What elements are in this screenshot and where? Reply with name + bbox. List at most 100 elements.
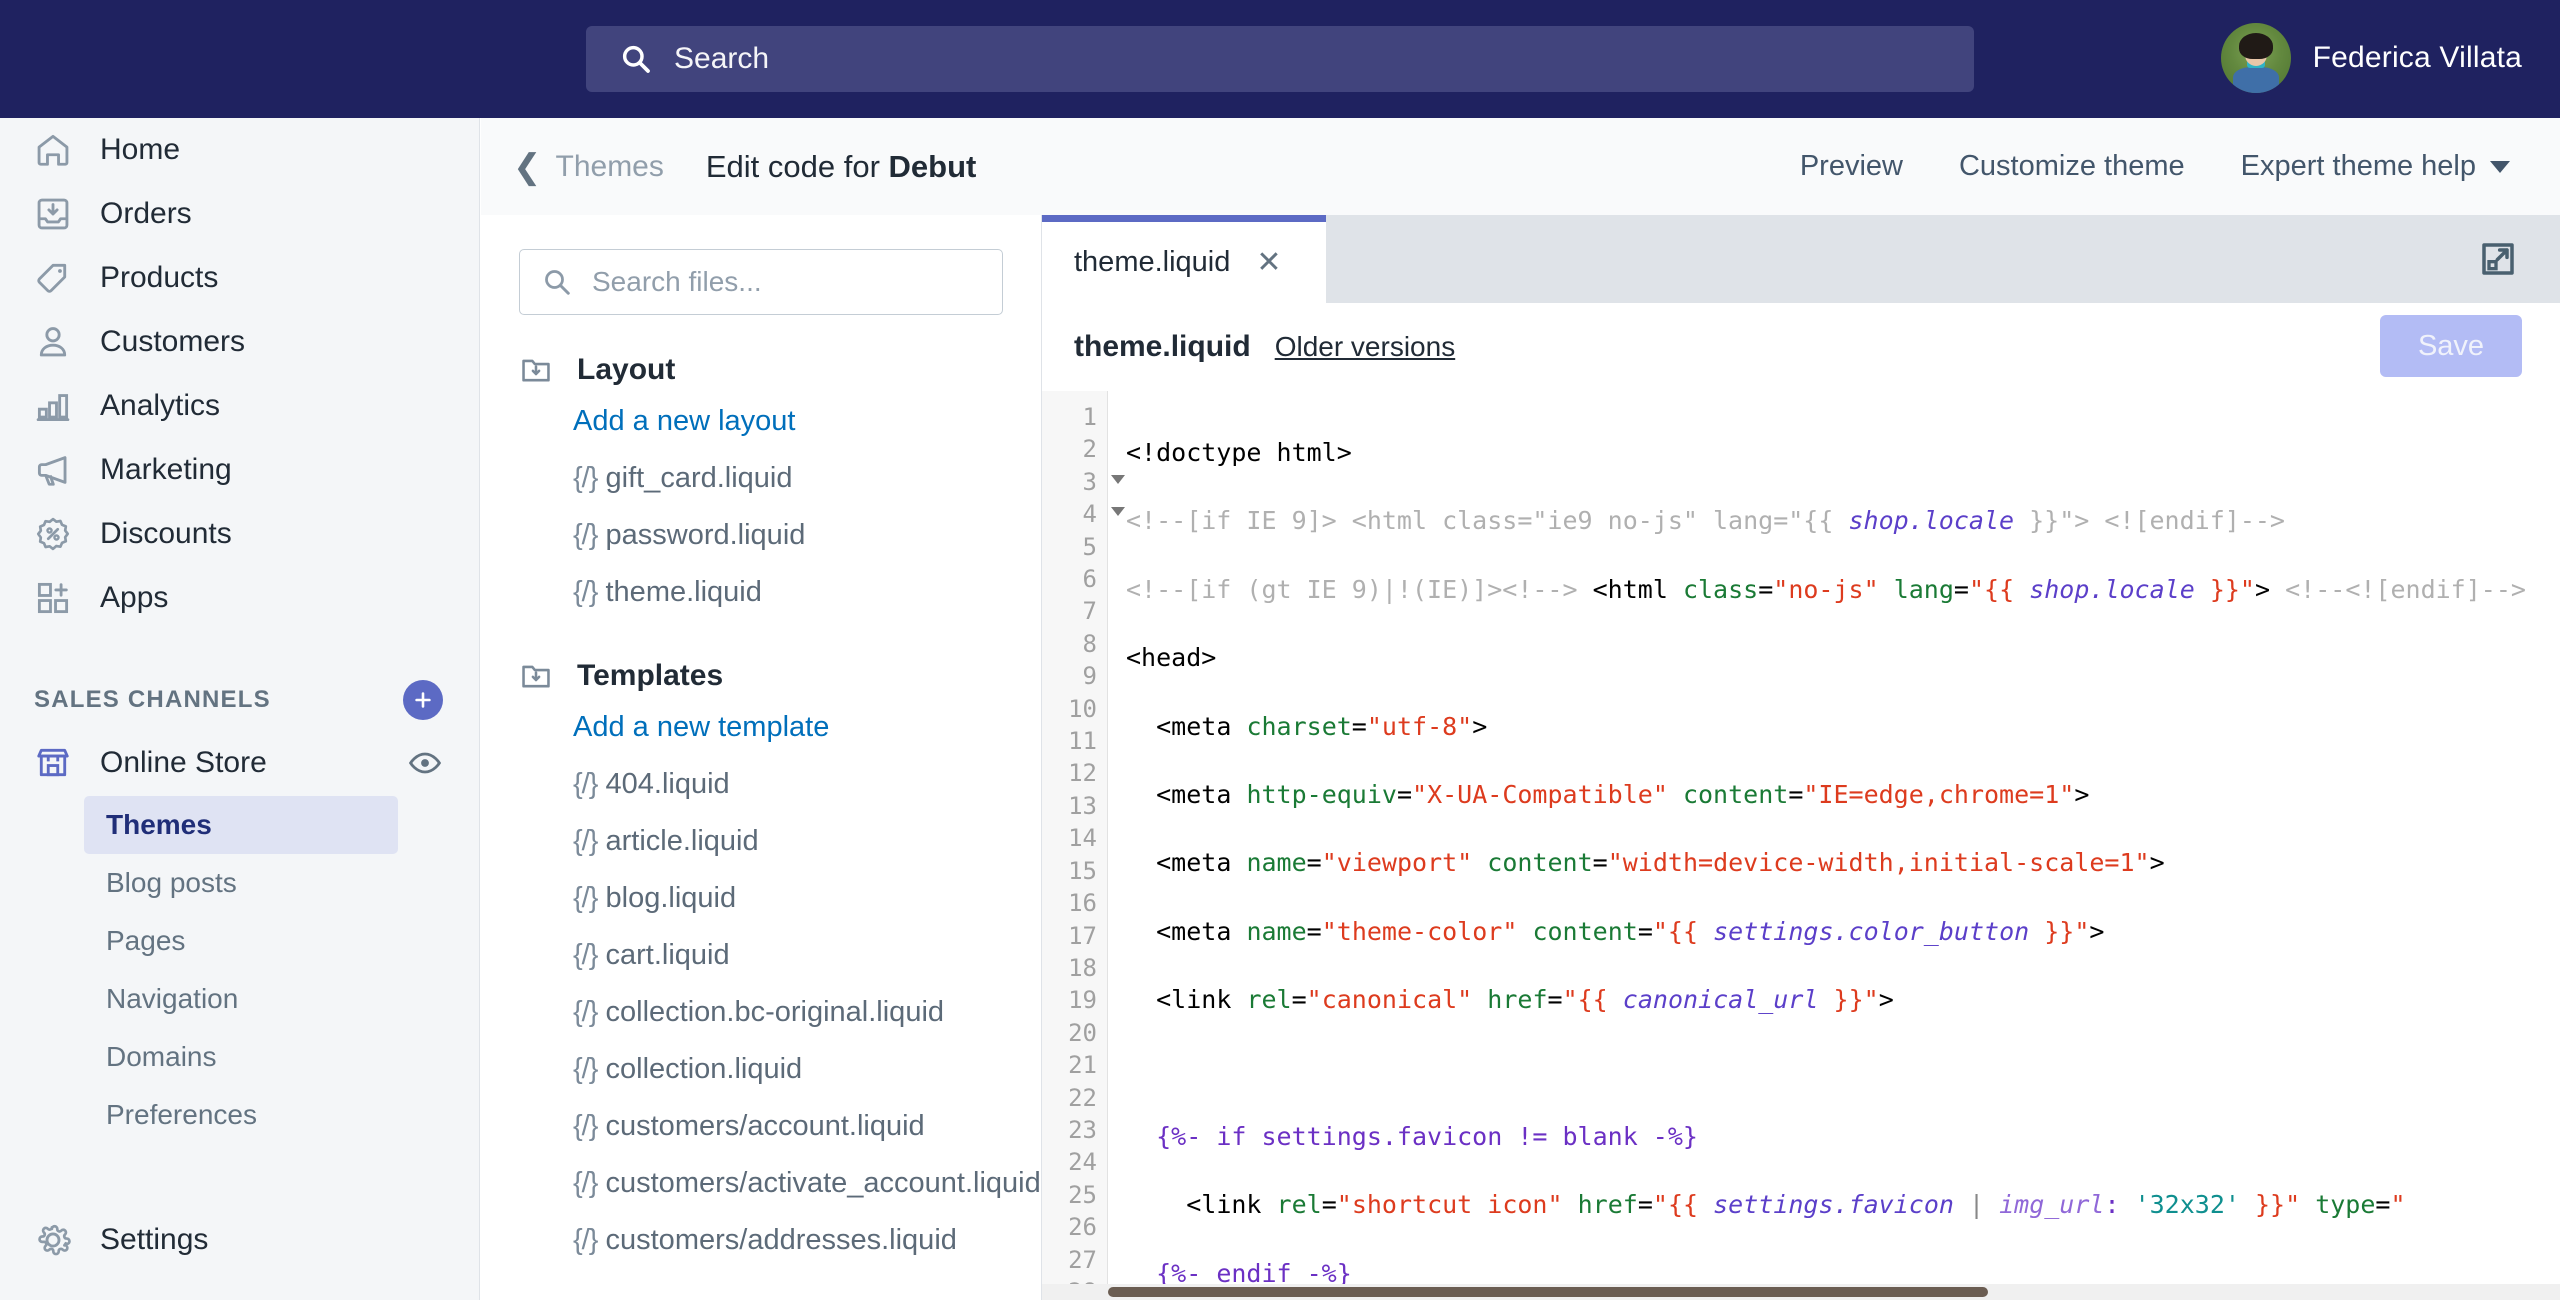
- file-search-box[interactable]: [519, 249, 1003, 315]
- add-new-layout-link[interactable]: Add a new layout: [481, 393, 1041, 450]
- expert-theme-help-button[interactable]: Expert theme help: [2241, 150, 2510, 183]
- line-number: 12: [1068, 759, 1097, 788]
- line-number: 17: [1068, 921, 1097, 950]
- fold-arrow-icon[interactable]: [1111, 507, 1125, 517]
- file-code-icon: {/}: [573, 882, 598, 914]
- file-item[interactable]: {/} article.liquid: [481, 813, 1041, 870]
- line-number: 7: [1082, 597, 1097, 626]
- code-text[interactable]: <!doctype html> <!--[if IE 9]> <html cla…: [1108, 391, 2560, 1300]
- file-code-icon: {/}: [573, 519, 598, 551]
- sidebar-item-orders[interactable]: Orders: [0, 182, 479, 246]
- back-link-label: Themes: [555, 149, 664, 183]
- horizontal-scrollbar[interactable]: [1042, 1284, 2560, 1300]
- editor-file-name: theme.liquid: [1074, 330, 1251, 363]
- plus-circle-icon[interactable]: [403, 680, 443, 720]
- code-line: <head>: [1126, 643, 1217, 673]
- line-number: 3: [1042, 466, 1125, 498]
- file-code-icon: {/}: [573, 768, 598, 800]
- file-code-icon: {/}: [573, 939, 598, 971]
- file-item[interactable]: {/} gift_card.liquid: [481, 450, 1041, 507]
- file-item[interactable]: {/} collection.liquid: [481, 1041, 1041, 1098]
- file-item[interactable]: {/} blog.liquid: [481, 870, 1041, 927]
- eye-icon[interactable]: [407, 745, 443, 781]
- code-line: <!--[if (gt IE 9)|!(IE)]><!--> <html cla…: [1126, 574, 2526, 604]
- add-new-template-link[interactable]: Add a new template: [481, 699, 1041, 756]
- expert-theme-help-label: Expert theme help: [2240, 150, 2476, 182]
- file-search-input[interactable]: [592, 266, 972, 298]
- line-number: 13: [1068, 791, 1097, 820]
- line-number: 20: [1068, 1018, 1097, 1047]
- file-item[interactable]: {/} theme.liquid: [481, 564, 1041, 621]
- chevron-down-icon: [2490, 161, 2510, 174]
- scrollbar-thumb[interactable]: [1108, 1287, 1988, 1297]
- sales-channels-label: SALES CHANNELS: [34, 686, 271, 713]
- tab-theme-liquid[interactable]: theme.liquid ✕: [1042, 215, 1326, 303]
- line-number: 23: [1068, 1115, 1097, 1144]
- line-number: 18: [1068, 953, 1097, 982]
- older-versions-link[interactable]: Older versions: [1275, 331, 1456, 363]
- file-name: customers/account.liquid: [605, 1110, 925, 1142]
- sidebar-item-customers[interactable]: Customers: [0, 310, 479, 374]
- code-line: <!--[if IE 9]> <html class="ie9 no-js" l…: [1126, 506, 2285, 536]
- sidebar-item-marketing[interactable]: Marketing: [0, 438, 479, 502]
- sidebar-item-online-store[interactable]: Online Store: [0, 730, 479, 796]
- sidebar-item-settings[interactable]: Settings: [0, 1208, 208, 1272]
- line-number-gutter: 1 2 3 4 5 6 7 8 9 10 11 12 13 14 15 16 1…: [1042, 391, 1125, 1300]
- file-code-icon: {/}: [573, 996, 598, 1028]
- sidebar-item-label: Marketing: [100, 453, 232, 486]
- sidebar-item-products[interactable]: Products: [0, 246, 479, 310]
- close-icon[interactable]: ✕: [1256, 247, 1281, 278]
- sidebar-item-home[interactable]: Home: [0, 118, 479, 182]
- line-number: 15: [1068, 856, 1097, 885]
- code-content-area[interactable]: 1 2 3 4 5 6 7 8 9 10 11 12 13 14 15 16 1…: [1042, 391, 2560, 1300]
- product-tag-icon: [37, 263, 67, 293]
- folder-header-templates[interactable]: Templates: [481, 659, 1041, 693]
- online-store-label: Online Store: [100, 746, 267, 779]
- fold-arrow-icon[interactable]: [1111, 474, 1125, 484]
- sidebar-item-themes[interactable]: Themes: [84, 796, 398, 854]
- line-number: 26: [1068, 1213, 1097, 1242]
- user-menu[interactable]: Federica Villata: [2220, 23, 2522, 93]
- sidebar-item-preferences[interactable]: Preferences: [0, 1086, 479, 1144]
- marketing-megaphone-icon: [37, 456, 67, 486]
- sidebar-item-domains[interactable]: Domains: [0, 1028, 479, 1086]
- sidebar-item-pages[interactable]: Pages: [0, 912, 479, 970]
- sidebar-item-apps[interactable]: Apps: [0, 566, 479, 630]
- sidebar-sub-label: Pages: [106, 925, 186, 956]
- customer-person-icon: [39, 327, 67, 357]
- global-search-box[interactable]: [586, 26, 1974, 92]
- line-number: 21: [1068, 1051, 1097, 1080]
- search-input[interactable]: [674, 42, 1874, 76]
- apps-grid-plus-icon: [37, 582, 69, 614]
- file-item[interactable]: {/} customers/account.liquid: [481, 1098, 1041, 1155]
- save-button[interactable]: Save: [2380, 315, 2522, 377]
- file-code-icon: {/}: [573, 576, 598, 608]
- file-name: customers/addresses.liquid: [605, 1224, 957, 1256]
- expand-icon[interactable]: [2478, 239, 2518, 284]
- sidebar-item-analytics[interactable]: Analytics: [0, 374, 479, 438]
- folder-header-layout[interactable]: Layout: [481, 353, 1041, 387]
- sidebar-item-discounts[interactable]: Discounts: [0, 502, 479, 566]
- customize-theme-button[interactable]: Customize theme: [1959, 150, 2185, 183]
- sidebar-item-navigation[interactable]: Navigation: [0, 970, 479, 1028]
- sidebar-sub-label: Preferences: [106, 1099, 257, 1130]
- sidebar-item-blog-posts[interactable]: Blog posts: [0, 854, 479, 912]
- preview-button[interactable]: Preview: [1800, 150, 1903, 183]
- line-number: 10: [1068, 694, 1097, 723]
- file-item[interactable]: {/} customers/activate_account.liquid: [481, 1155, 1041, 1212]
- file-code-icon: {/}: [573, 825, 598, 857]
- file-item[interactable]: {/} 404.liquid: [481, 756, 1041, 813]
- file-item[interactable]: {/} password.liquid: [481, 507, 1041, 564]
- back-to-themes-link[interactable]: ❮ Themes: [513, 150, 664, 184]
- folder-down-icon: [522, 665, 550, 688]
- line-number: 22: [1068, 1083, 1097, 1112]
- sidebar-item-label: Home: [100, 133, 181, 166]
- gear-icon: [38, 1224, 71, 1256]
- sidebar-item-label: Apps: [100, 581, 169, 614]
- file-item[interactable]: {/} collection.bc-original.liquid: [481, 984, 1041, 1041]
- page-title-prefix: Edit code for: [705, 148, 889, 184]
- file-item[interactable]: {/} customers/addresses.liquid: [481, 1212, 1041, 1269]
- file-name: theme.liquid: [605, 576, 762, 608]
- file-item[interactable]: {/} cart.liquid: [481, 927, 1041, 984]
- line-number: 14: [1068, 824, 1097, 853]
